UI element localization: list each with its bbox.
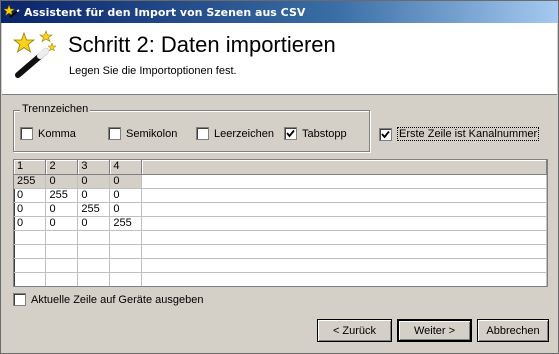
table-filler-cell bbox=[141, 174, 547, 189]
data-table: 1 2 3 4 255 0 0 0 0 255 0 0 0 0 255 0 0 … bbox=[14, 160, 547, 286]
table-cell[interactable]: 0 bbox=[77, 216, 111, 231]
column-header[interactable]: 2 bbox=[45, 160, 79, 175]
import-wizard-window: Assistent für den Import von Szenen aus … bbox=[0, 0, 559, 354]
next-button[interactable]: Weiter > bbox=[397, 319, 472, 342]
table-empty-row bbox=[14, 258, 547, 273]
leerzeichen-checkbox-box[interactable] bbox=[196, 127, 209, 140]
window-title: Assistent für den Import von Szenen aus … bbox=[24, 5, 306, 19]
table-row[interactable]: 0 0 255 0 bbox=[14, 202, 547, 217]
checkbox-tabstopp[interactable]: Tabstopp bbox=[284, 127, 347, 140]
magic-wand-icon bbox=[12, 30, 57, 78]
semikolon-checkbox-box[interactable] bbox=[108, 127, 121, 140]
checkbox-output-current-row[interactable]: Aktuelle Zeile auf Geräte ausgeben bbox=[13, 293, 203, 306]
column-header[interactable]: 4 bbox=[109, 160, 143, 175]
table-cell[interactable]: 255 bbox=[14, 174, 47, 189]
table-row[interactable]: 0 0 0 255 bbox=[14, 216, 547, 231]
table-header-row: 1 2 3 4 bbox=[14, 160, 547, 175]
title-bar[interactable]: Assistent für den Import von Szenen aus … bbox=[1, 1, 558, 23]
checkbox-semikolon[interactable]: Semikolon bbox=[108, 127, 177, 140]
table-cell[interactable]: 0 bbox=[109, 188, 143, 203]
first-row-channel-checkbox-box[interactable] bbox=[379, 127, 392, 141]
cancel-button[interactable]: Abbrechen bbox=[477, 319, 549, 342]
tabstopp-label: Tabstopp bbox=[302, 127, 347, 140]
separator-group-label: Trennzeichen bbox=[20, 103, 91, 115]
table-cell[interactable]: 0 bbox=[45, 202, 79, 217]
step-title: Schritt 2: Daten importieren bbox=[68, 32, 336, 57]
table-filler-cell bbox=[141, 188, 547, 203]
output-current-row-checkbox-box[interactable] bbox=[13, 293, 26, 306]
semikolon-label: Semikolon bbox=[126, 127, 178, 140]
table-cell[interactable]: 255 bbox=[109, 216, 143, 231]
table-cell[interactable]: 0 bbox=[45, 216, 79, 231]
checkbox-leerzeichen[interactable]: Leerzeichen bbox=[196, 127, 274, 140]
wizard-app-icon bbox=[4, 4, 20, 18]
checkbox-first-row-channel[interactable]: Erste Zeile ist Kanalnummer bbox=[379, 127, 540, 141]
output-current-row-label: Aktuelle Zeile auf Geräte ausgeben bbox=[31, 293, 204, 306]
table-cell[interactable]: 0 bbox=[109, 174, 143, 189]
table-cell[interactable]: 0 bbox=[14, 202, 47, 217]
checkbox-komma[interactable]: Komma bbox=[20, 127, 76, 140]
column-header[interactable]: 1 bbox=[14, 160, 47, 175]
table-row[interactable]: 255 0 0 0 bbox=[14, 174, 547, 189]
column-header-filler bbox=[141, 160, 547, 175]
column-header[interactable]: 3 bbox=[77, 160, 111, 175]
komma-checkbox-box[interactable] bbox=[20, 127, 33, 140]
table-row[interactable]: 0 255 0 0 bbox=[14, 188, 547, 203]
table-cell[interactable]: 0 bbox=[77, 188, 111, 203]
tabstopp-checkbox-box[interactable] bbox=[284, 127, 297, 140]
checkmark-icon bbox=[381, 130, 390, 138]
table-cell[interactable]: 0 bbox=[14, 188, 47, 203]
table-empty-row bbox=[14, 272, 547, 286]
leerzeichen-label: Leerzeichen bbox=[214, 127, 274, 140]
data-preview-grid[interactable]: 1 2 3 4 255 0 0 0 0 255 0 0 0 0 255 0 0 … bbox=[13, 159, 548, 287]
table-cell[interactable]: 0 bbox=[14, 216, 47, 231]
table-empty-row bbox=[14, 244, 547, 259]
back-button[interactable]: < Zurück bbox=[317, 319, 392, 342]
checkmark-icon bbox=[286, 129, 295, 138]
komma-label: Komma bbox=[38, 127, 76, 140]
wizard-header: Schritt 2: Daten importieren Legen Sie d… bbox=[2, 23, 557, 95]
table-filler-cell bbox=[141, 202, 547, 217]
table-cell[interactable]: 0 bbox=[109, 202, 143, 217]
table-filler-cell bbox=[141, 216, 547, 231]
table-cell[interactable]: 255 bbox=[45, 188, 79, 203]
table-cell[interactable]: 0 bbox=[45, 174, 79, 189]
table-cell[interactable]: 0 bbox=[77, 174, 111, 189]
first-row-channel-label: Erste Zeile ist Kanalnummer bbox=[397, 127, 540, 141]
step-subtitle: Legen Sie die Importoptionen fest. bbox=[69, 65, 237, 77]
table-empty-row bbox=[14, 230, 547, 245]
table-cell[interactable]: 255 bbox=[77, 202, 111, 217]
